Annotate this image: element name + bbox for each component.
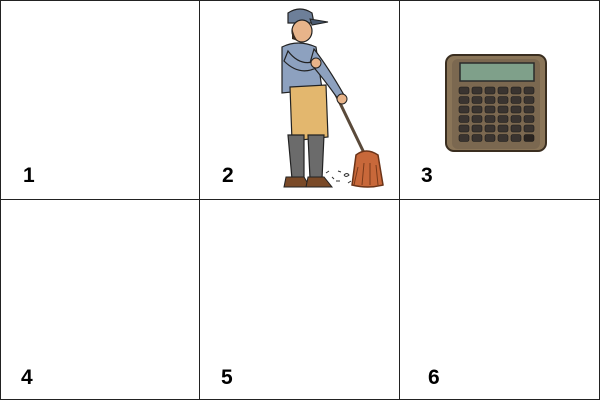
cell-number-6: 6: [428, 366, 440, 389]
cell-number-5: 5: [221, 366, 233, 389]
picture-grid: 1 2 3 4 5 6: [0, 0, 600, 400]
grid-cell-5[interactable]: 5: [200, 200, 400, 399]
cell-number-3: 3: [421, 164, 433, 187]
sweeper-icon: [281, 8, 384, 188]
grid-cell-1[interactable]: 1: [1, 1, 200, 200]
cell-number-4: 4: [21, 366, 33, 389]
grid-cell-6[interactable]: 6: [400, 200, 599, 399]
grid-cell-3[interactable]: 3: [400, 1, 599, 200]
grid-cell-4[interactable]: 4: [1, 200, 200, 399]
calculator-icon: [445, 54, 547, 152]
grid-cell-2[interactable]: 2: [200, 1, 400, 200]
cell-number-1: 1: [23, 164, 35, 187]
cell-number-2: 2: [222, 164, 234, 187]
